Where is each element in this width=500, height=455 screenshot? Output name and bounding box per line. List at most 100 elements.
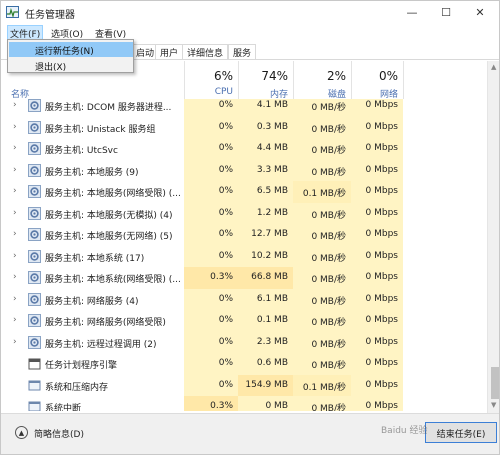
vertical-scrollbar[interactable]: ▲ ▼ [487, 61, 499, 413]
chevron-right-icon[interactable]: › [13, 208, 17, 218]
title-bar: 任务管理器 — ☐ ✕ [1, 1, 499, 24]
gear-icon [28, 271, 41, 284]
cell-disk: 0 MB/秒 [293, 331, 351, 353]
cell-cpu: 0% [184, 224, 238, 246]
menu-item-run-new-task[interactable]: 运行新任务(N) [9, 42, 133, 57]
cpu-total[interactable]: 6% [184, 69, 238, 83]
gear-icon [28, 292, 41, 306]
cell-cpu: 0.3% [184, 396, 238, 411]
process-row[interactable]: › 服务主机: 本地服务(无网络) (5) 0% 12.7 MB 0 MB/秒 0 Mbp… [1, 224, 486, 246]
cell-cpu: 0% [184, 288, 238, 310]
gear-icon [28, 163, 41, 177]
process-name: 服务主机: UtcSvc [45, 146, 118, 156]
minimize-button[interactable]: — [395, 1, 429, 23]
menu-item-exit[interactable]: 退出(X) [9, 58, 133, 73]
cell-cpu: 0% [184, 159, 238, 181]
chevron-right-icon[interactable]: › [13, 186, 17, 196]
cell-cpu: 0% [184, 116, 238, 138]
process-row[interactable]: › 服务主机: 本地服务(网络受限) (... 0% 6.5 MB 0.1 MB/秒 0 … [1, 181, 486, 203]
window-icon [28, 400, 41, 411]
scroll-down-arrow-icon[interactable]: ▼ [491, 401, 496, 409]
memory-total[interactable]: 74% [238, 69, 293, 83]
cell-cpu: 0% [184, 202, 238, 224]
chevron-right-icon[interactable]: › [13, 229, 17, 239]
task-manager-window: 任务管理器 — ☐ ✕ 文件(F) 选项(O) 查看(V) 启动 用户 详细信息… [0, 0, 500, 455]
process-row[interactable]: 系统和压缩内存 0% 154.9 MB 0.1 MB/秒 0 Mbps [1, 374, 486, 396]
cell-disk: 0 MB/秒 [293, 224, 351, 246]
cell-disk: 0 MB/秒 [293, 288, 351, 310]
process-name: 服务主机: 本地系统(网络受限) (... [45, 275, 181, 285]
cell-net: 0 Mbps [351, 224, 403, 246]
cell-cpu: 0% [184, 181, 238, 203]
cell-net: 0 Mbps [351, 116, 403, 138]
tab-details[interactable]: 详细信息 [182, 44, 229, 59]
process-row[interactable]: 系统中断 0.3% 0 MB 0 MB/秒 0 Mbps [1, 396, 486, 411]
process-row[interactable]: › 服务主机: 本地服务 (9) 0% 3.3 MB 0 MB/秒 0 Mbps [1, 159, 486, 181]
process-row[interactable]: › 服务主机: 本地系统 (17) 0% 10.2 MB 0 MB/秒 0 Mbps [1, 245, 486, 267]
process-name: 服务主机: 远程过程调用 (2) [45, 339, 157, 350]
chevron-right-icon[interactable]: › [13, 100, 17, 110]
process-row[interactable]: › 服务主机: 网络服务(网络受限) 0% 0.1 MB 0 MB/秒 0 Mbps [1, 310, 486, 332]
cell-mem: 4.1 MB [238, 99, 293, 117]
process-name: 服务主机: 本地服务(无模拟) (4) [45, 210, 173, 221]
scroll-up-arrow-icon[interactable]: ▲ [491, 63, 496, 71]
cell-net: 0 Mbps [351, 99, 403, 117]
chevron-up-icon[interactable]: ▲ [15, 426, 28, 439]
process-row[interactable]: 任务计划程序引擎 0% 0.6 MB 0 MB/秒 0 Mbps [1, 353, 486, 375]
gear-icon [28, 314, 41, 327]
disk-total[interactable]: 2% [293, 69, 351, 83]
cell-net: 0 Mbps [351, 181, 403, 203]
cell-net: 0 Mbps [351, 374, 403, 396]
process-row[interactable]: › 服务主机: Unistack 服务组 0% 0.3 MB 0 MB/秒 0 Mbps [1, 116, 486, 138]
process-name: 服务主机: 本地服务 (9) [45, 167, 139, 178]
end-task-button[interactable]: 结束任务(E) [425, 422, 497, 443]
chevron-right-icon[interactable]: › [13, 272, 17, 282]
process-table: › 服务主机: DCOM 服务器进程... 0% 4.1 MB 0 MB/秒 0 Mbps… [1, 99, 486, 411]
cell-mem: 3.3 MB [238, 159, 293, 181]
cell-cpu: 0.3% [184, 267, 238, 289]
cell-mem: 6.5 MB [238, 181, 293, 203]
cell-disk: 0 MB/秒 [293, 116, 351, 138]
process-row[interactable]: › 服务主机: 本地服务(无模拟) (4) 0% 1.2 MB 0 MB/秒 0 Mbps [1, 202, 486, 224]
chevron-right-icon[interactable]: › [13, 337, 17, 347]
cell-cpu: 0% [184, 331, 238, 353]
cell-mem: 1.2 MB [238, 202, 293, 224]
maximize-button[interactable]: ☐ [429, 1, 463, 23]
tab-services[interactable]: 服务 [228, 44, 257, 59]
process-row[interactable]: › 服务主机: UtcSvc 0% 4.4 MB 0 MB/秒 0 Mbps [1, 138, 486, 160]
column-separator [403, 61, 404, 99]
cell-net: 0 Mbps [351, 396, 403, 411]
process-name: 服务主机: 网络服务 (4) [45, 296, 139, 307]
chevron-right-icon[interactable]: › [13, 251, 17, 261]
fewer-details-link[interactable]: 简略信息(D) [34, 427, 84, 440]
network-total[interactable]: 0% [351, 69, 403, 83]
chevron-right-icon[interactable]: › [13, 294, 17, 304]
scrollbar-thumb[interactable] [491, 367, 499, 399]
process-name: 服务主机: DCOM 服务器进程... [45, 103, 172, 113]
chevron-right-icon[interactable]: › [13, 122, 17, 132]
process-row[interactable]: › 服务主机: DCOM 服务器进程... 0% 4.1 MB 0 MB/秒 0 Mbps [1, 99, 486, 117]
chevron-right-icon[interactable]: › [13, 165, 17, 175]
gear-icon [28, 228, 41, 241]
cell-net: 0 Mbps [351, 202, 403, 224]
chevron-right-icon[interactable]: › [13, 143, 17, 153]
cell-mem: 6.1 MB [238, 288, 293, 310]
gear-icon [28, 120, 41, 134]
close-button[interactable]: ✕ [463, 1, 497, 23]
cell-disk: 0 MB/秒 [293, 245, 351, 267]
process-name: 服务主机: 网络服务(网络受限) [45, 318, 166, 328]
process-row[interactable]: › 服务主机: 网络服务 (4) 0% 6.1 MB 0 MB/秒 0 Mbps [1, 288, 486, 310]
tab-users[interactable]: 用户 [155, 44, 184, 59]
file-menu-dropdown: 运行新任务(N) 退出(X) [7, 39, 134, 73]
cell-mem: 10.2 MB [238, 245, 293, 267]
process-name: 服务主机: Unistack 服务组 [45, 124, 156, 135]
column-cpu[interactable]: CPU [184, 87, 238, 97]
process-name: 系统和压缩内存 [45, 382, 109, 393]
gear-icon [28, 249, 41, 263]
gear-icon [28, 99, 41, 112]
process-row[interactable]: › 服务主机: 远程过程调用 (2) 0% 2.3 MB 0 MB/秒 0 Mbps [1, 331, 486, 353]
process-row[interactable]: › 服务主机: 本地系统(网络受限) (... 0.3% 66.8 MB 0 MB/秒 0… [1, 267, 486, 289]
cell-mem: 0.3 MB [238, 116, 293, 138]
chevron-right-icon[interactable]: › [13, 315, 17, 325]
cell-disk: 0 MB/秒 [293, 353, 351, 375]
